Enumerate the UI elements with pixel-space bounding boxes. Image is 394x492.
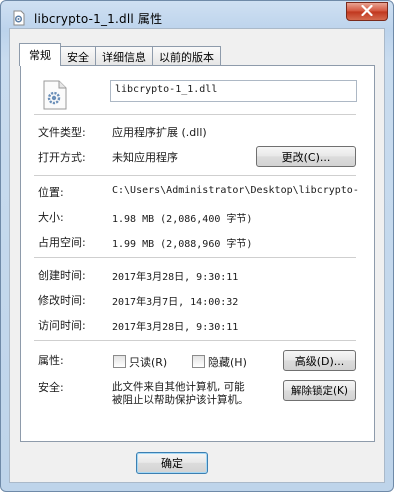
location-value: C:\Users\Administrator\Desktop\libcrypto… [112,185,359,196]
tab-label: 安全 [67,50,89,64]
created-label: 创建时间: [38,269,86,282]
security-warning-line2: 被阻止以帮助保护该计算机。 [112,394,249,406]
tab-details[interactable]: 详细信息 [95,46,153,66]
opens-with-label: 打开方式: [38,151,86,164]
tab-label: 常规 [29,49,51,62]
divider [34,257,356,258]
advanced-button[interactable]: 高级(D)... [283,350,356,371]
filename-field[interactable]: libcrypto-1_1.dll [110,80,357,102]
readonly-checkbox[interactable] [113,355,126,368]
tab-strip: 常规 安全 详细信息 以前的版本 [19,43,221,66]
modified-label: 修改时间: [38,294,86,307]
accessed-value: 2017年3月28日, 9:30:11 [112,322,239,333]
size-value: 1.98 MB (2,086,400 字节) [112,214,253,225]
divider [34,340,356,341]
divider [34,114,356,115]
tab-security[interactable]: 安全 [60,46,96,66]
close-button[interactable] [346,2,388,21]
tab-general[interactable]: 常规 [19,43,61,66]
disk-size-label: 占用空间: [38,236,86,249]
attributes-label: 属性: [38,354,64,367]
dll-file-icon [11,10,27,26]
ok-button[interactable]: 确定 [136,452,208,474]
file-type-value: 应用程序扩展 (.dll) [112,126,207,139]
file-type-label: 文件类型: [38,126,86,139]
close-icon [361,4,373,19]
size-label: 大小: [38,211,64,224]
created-value: 2017年3月28日, 9:30:11 [112,272,239,283]
hidden-checkbox[interactable] [192,355,205,368]
security-label: 安全: [38,381,64,394]
accessed-label: 访问时间: [38,319,86,332]
hidden-label[interactable]: 隐藏(H) [208,354,247,370]
unblock-button[interactable]: 解除锁定(K) [283,380,356,401]
modified-value: 2017年3月7日, 14:00:32 [112,297,239,308]
window-title: libcrypto-1_1.dll 属性 [34,12,163,26]
location-label: 位置: [38,186,64,199]
tab-previous-versions[interactable]: 以前的版本 [152,46,221,66]
dll-file-icon [42,80,68,110]
divider [34,175,356,176]
tab-label: 以前的版本 [159,50,214,64]
change-button[interactable]: 更改(C)... [256,146,356,167]
tab-label: 详细信息 [102,50,146,64]
readonly-label[interactable]: 只读(R) [129,354,167,370]
disk-size-value: 1.99 MB (2,088,960 字节) [112,239,253,250]
opens-with-value: 未知应用程序 [112,151,178,164]
